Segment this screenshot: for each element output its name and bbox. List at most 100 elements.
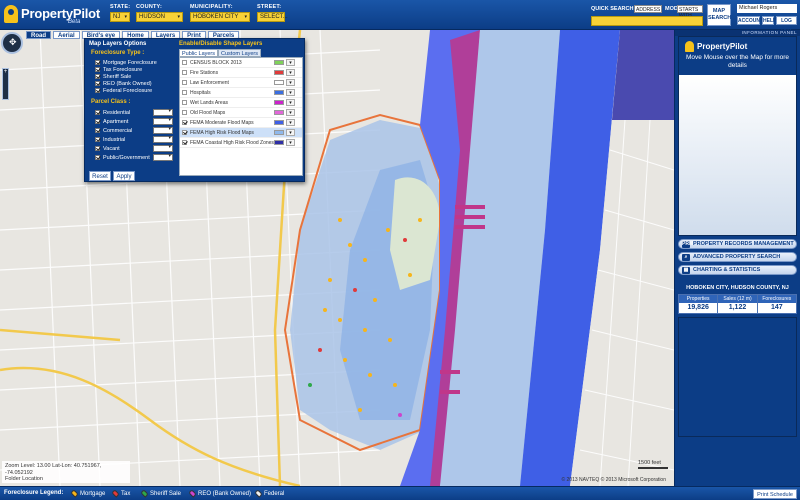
map-canvas[interactable]: ✥ + Road Aerial Bird's eye Home Layers P… xyxy=(0,30,674,486)
shape-layer-row[interactable]: Fire Stations ▾ xyxy=(180,68,302,78)
checkbox[interactable] xyxy=(95,81,100,86)
chevron-down-icon[interactable]: ▾ xyxy=(286,99,295,106)
checkbox[interactable] xyxy=(95,119,100,124)
parcel-class-item[interactable]: Residential xyxy=(95,108,177,117)
logout-button[interactable]: LOG OUT xyxy=(776,16,797,33)
tab-road[interactable]: Road xyxy=(26,31,51,39)
info-panel-logo: PropertyPilot xyxy=(685,41,747,52)
print-schedule-button[interactable]: Print Schedule xyxy=(753,489,797,499)
chevron-down-icon[interactable]: ▾ xyxy=(286,79,295,86)
checkbox[interactable] xyxy=(182,80,187,85)
foreclosure-type-label: Sheriff Sale xyxy=(103,73,132,80)
checkbox[interactable] xyxy=(182,90,187,95)
street-field: STREET: SELECT... xyxy=(257,4,288,22)
checkbox[interactable] xyxy=(182,60,187,65)
chevron-down-icon[interactable]: ▾ xyxy=(286,109,295,116)
shape-layer-row[interactable]: Law Enforcement ▾ xyxy=(180,78,302,88)
street-select-button[interactable]: SELECT... xyxy=(257,12,288,22)
shape-layer-row[interactable]: Wet Lands Areas ▾ xyxy=(180,98,302,108)
checkbox[interactable] xyxy=(95,88,100,93)
foreclosure-type-item[interactable]: Mortgage Foreclosure xyxy=(95,59,177,66)
mode-select[interactable]: STARTS WITH xyxy=(677,5,703,19)
quick-search-input[interactable] xyxy=(591,16,703,26)
map-copyright: © 2013 NAVTEQ © 2013 Microsoft Corporati… xyxy=(561,477,666,483)
shape-layer-label: FEMA Moderate Flood Maps xyxy=(190,119,254,126)
help-button[interactable]: HELP xyxy=(762,16,776,25)
apply-button[interactable]: Apply xyxy=(113,171,135,181)
shape-layer-row[interactable]: Old Flood Maps ▾ xyxy=(180,108,302,118)
checkbox[interactable] xyxy=(95,128,100,133)
reset-button[interactable]: Reset xyxy=(89,171,111,181)
checkbox[interactable] xyxy=(182,100,187,105)
parcel-color-select[interactable] xyxy=(153,144,173,152)
checkbox[interactable] xyxy=(95,60,100,65)
parcel-color-select[interactable] xyxy=(153,126,173,134)
checkbox[interactable] xyxy=(182,110,187,115)
chevron-down-icon[interactable]: ▾ xyxy=(286,89,295,96)
parcel-class-item[interactable]: Industrial xyxy=(95,135,177,144)
chevron-down-icon[interactable]: ▾ xyxy=(286,139,295,146)
street-label: STREET: xyxy=(257,4,282,10)
checkbox[interactable] xyxy=(182,70,187,75)
chevron-down-icon[interactable]: ▾ xyxy=(286,119,295,126)
checkbox[interactable] xyxy=(95,146,100,151)
map-search-button[interactable]: MAP SEARCH xyxy=(707,4,731,26)
checkbox[interactable] xyxy=(95,74,100,79)
checkbox[interactable] xyxy=(182,120,187,125)
parcel-color-select[interactable] xyxy=(153,153,173,161)
parcel-class-item[interactable]: Apartment xyxy=(95,117,177,126)
county-label: COUNTY: xyxy=(136,4,163,10)
legend-label: Federal xyxy=(264,490,285,497)
stat-label: Sales (12 m) xyxy=(718,295,757,303)
parcel-class-item[interactable]: Vacant xyxy=(95,144,177,153)
parcel-color-select[interactable] xyxy=(153,108,173,116)
property-records-button[interactable]: PRM PROPERTY RECORDS MANAGEMENT xyxy=(678,239,797,249)
zoom-slider[interactable]: + xyxy=(2,68,9,100)
foreclosure-legend-bar: Foreclosure Legend: Mortgage Tax Sheriff… xyxy=(0,486,800,500)
account-button[interactable]: ACCOUNT xyxy=(737,16,763,25)
quick-search-type-select[interactable]: ADDRESS xyxy=(634,5,662,13)
legend-item-reo: REO (Bank Owned) xyxy=(188,489,251,498)
charting-statistics-button[interactable]: ▦ CHARTING & STATISTICS xyxy=(678,265,797,275)
parcel-class-item[interactable]: Commercial xyxy=(95,126,177,135)
advanced-search-button[interactable]: ⌕ ADVANCED PROPERTY SEARCH xyxy=(678,252,797,262)
logo-text: PropertyPilot xyxy=(21,6,101,21)
shape-layer-label: FEMA High Risk Flood Maps xyxy=(190,129,254,136)
shape-layer-row[interactable]: FEMA Coastal High Risk Flood Zones ▾ xyxy=(180,138,302,148)
checkbox[interactable] xyxy=(182,140,187,145)
county-select[interactable]: HUDSON ▾ xyxy=(136,12,183,22)
foreclosure-type-item[interactable]: Sheriff Sale xyxy=(95,73,177,80)
info-panel-box: PropertyPilot Move Mouse over the Map fo… xyxy=(678,36,797,236)
parcel-color-select[interactable] xyxy=(153,135,173,143)
checkbox[interactable] xyxy=(182,130,187,135)
checkbox[interactable] xyxy=(95,155,100,160)
shape-layer-row[interactable]: Hospitals ▾ xyxy=(180,88,302,98)
shape-layer-row[interactable]: CENSUS BLOCK 2013 ▾ xyxy=(180,58,302,68)
checkbox[interactable] xyxy=(95,67,100,72)
tab-public-layers[interactable]: Public Layers xyxy=(179,49,219,57)
legend-item-tax: Tax xyxy=(111,489,130,498)
foreclosure-type-item[interactable]: REO (Bank Owned) xyxy=(95,80,177,87)
state-label: STATE: xyxy=(110,4,131,10)
parcel-color-select[interactable] xyxy=(153,117,173,125)
tab-custom-layers[interactable]: Custom Layers xyxy=(218,49,262,57)
foreclosure-type-item[interactable]: Tax Foreclosure xyxy=(95,66,177,73)
tab-aerial[interactable]: Aerial xyxy=(53,31,80,39)
property-pilot-logo[interactable]: PropertyPilot Beta xyxy=(4,3,104,27)
foreclosure-type-item[interactable]: Federal Foreclosure xyxy=(95,87,177,94)
chevron-down-icon[interactable]: ▾ xyxy=(286,129,295,136)
shape-layer-row[interactable]: FEMA Moderate Flood Maps ▾ xyxy=(180,118,302,128)
map-pan-control[interactable]: ✥ xyxy=(1,32,23,54)
chevron-down-icon[interactable]: ▾ xyxy=(286,59,295,66)
location-stats: Properties 19,826 Sales (12 m) 1,122 Forec… xyxy=(678,294,797,314)
info-message: Move Mouse over the Map for more details xyxy=(686,54,789,69)
shape-layer-label: FEMA Coastal High Risk Flood Zones xyxy=(190,139,274,146)
shape-layer-row[interactable]: FEMA High Risk Flood Maps ▾ xyxy=(180,128,302,138)
checkbox[interactable] xyxy=(95,110,100,115)
state-select[interactable]: NJ ▾ xyxy=(110,12,130,22)
municipality-select[interactable]: HOBOKEN CITY ▾ xyxy=(190,12,250,22)
checkbox[interactable] xyxy=(95,137,100,142)
chevron-down-icon[interactable]: ▾ xyxy=(286,69,295,76)
parcel-class-item[interactable]: Public/Government xyxy=(95,153,177,162)
zoom-latlon-readout: Zoom Level: 13.00 Lat-Lon: 40.751967, -7… xyxy=(5,463,102,476)
